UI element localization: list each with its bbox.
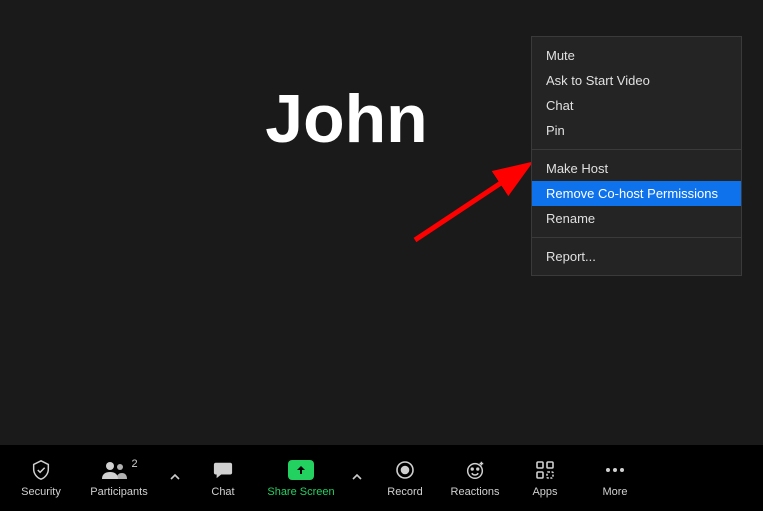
reactions-icon xyxy=(464,458,486,482)
participants-chevron-icon[interactable] xyxy=(164,464,186,493)
chat-icon xyxy=(212,458,234,482)
record-label: Record xyxy=(387,486,422,498)
share-screen-button[interactable]: Share Screen xyxy=(260,450,342,506)
share-screen-label: Share Screen xyxy=(267,486,334,498)
participant-context-menu: Mute Ask to Start Video Chat Pin Make Ho… xyxy=(531,36,742,276)
menu-item-report[interactable]: Report... xyxy=(532,244,741,269)
more-icon xyxy=(604,458,626,482)
share-chevron-icon[interactable] xyxy=(346,464,368,493)
apps-icon xyxy=(535,458,555,482)
chat-label: Chat xyxy=(211,486,234,498)
participant-display-name: John xyxy=(265,80,427,158)
participants-count: 2 xyxy=(131,458,137,470)
more-button[interactable]: More xyxy=(582,450,648,506)
menu-item-rename[interactable]: Rename xyxy=(532,206,741,231)
security-button[interactable]: Security xyxy=(8,450,74,506)
apps-label: Apps xyxy=(532,486,557,498)
menu-item-pin[interactable]: Pin xyxy=(532,118,741,143)
reactions-button[interactable]: Reactions xyxy=(442,450,508,506)
participants-label: Participants xyxy=(90,486,147,498)
share-screen-icon xyxy=(288,458,314,482)
participants-icon: 2 xyxy=(100,458,137,482)
menu-item-mute[interactable]: Mute xyxy=(532,43,741,68)
menu-item-remove-cohost[interactable]: Remove Co-host Permissions xyxy=(532,181,741,206)
record-icon xyxy=(395,458,415,482)
security-label: Security xyxy=(21,486,61,498)
participants-button[interactable]: 2 Participants xyxy=(78,450,160,506)
meeting-toolbar: Security 2 Participants xyxy=(0,445,763,511)
reactions-label: Reactions xyxy=(451,486,500,498)
apps-button[interactable]: Apps xyxy=(512,450,578,506)
record-button[interactable]: Record xyxy=(372,450,438,506)
more-label: More xyxy=(602,486,627,498)
shield-icon xyxy=(30,458,52,482)
chat-button[interactable]: Chat xyxy=(190,450,256,506)
menu-item-chat[interactable]: Chat xyxy=(532,93,741,118)
menu-item-ask-start-video[interactable]: Ask to Start Video xyxy=(532,68,741,93)
menu-item-make-host[interactable]: Make Host xyxy=(532,156,741,181)
